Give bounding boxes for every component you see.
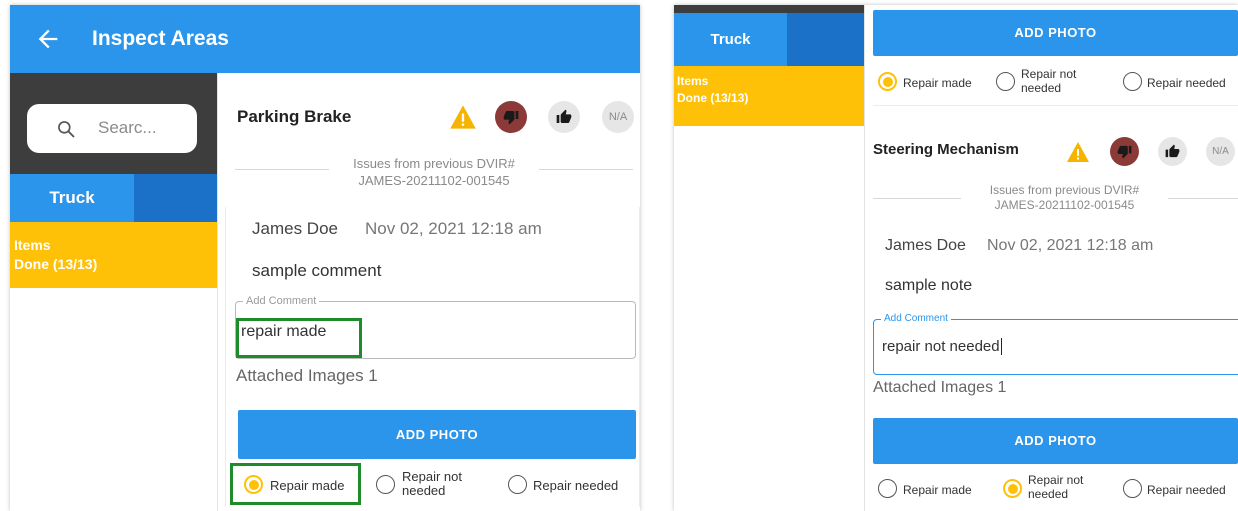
previous-dvir-issue: Issues from previous DVIR# JAMES-2021110…: [989, 183, 1140, 212]
comment-text: sample comment: [252, 261, 382, 280]
divider-line: [539, 169, 633, 170]
radio-label-repair-not-needed: Repair not needed: [1028, 473, 1084, 501]
attached-images-label: Attached Images 1: [873, 379, 1007, 396]
radio-repair-needed[interactable]: [1123, 479, 1142, 498]
page-title: Inspect Areas: [92, 27, 229, 50]
divider-line: [235, 169, 329, 170]
search-placeholder: Searc...: [98, 118, 157, 137]
add-photo-button[interactable]: ADD PHOTO: [238, 410, 636, 459]
comparison-screenshot: Inspect Areas Searc... Truck Items Done …: [0, 0, 1238, 511]
tabs-row: Truck: [674, 13, 864, 66]
add-comment-label: Add Comment: [243, 295, 320, 307]
radio-label-repair-made: Repair made: [903, 76, 972, 90]
radio-label-repair-made: Repair made: [270, 478, 345, 493]
radio-label-repair-made: Repair made: [903, 483, 972, 497]
divider-line: [1168, 198, 1238, 199]
app-bar: Inspect Areas: [10, 5, 640, 73]
attached-images-label: Attached Images 1: [236, 366, 378, 385]
comment-author: James Doe: [252, 219, 338, 238]
radio-label-repair-not-needed: Repair not needed: [1021, 67, 1077, 95]
na-button[interactable]: N/A: [602, 101, 634, 133]
tab-truck[interactable]: Truck: [674, 13, 787, 66]
add-photo-button[interactable]: ADD PHOTO: [873, 10, 1238, 56]
add-comment-label: Add Comment: [881, 313, 951, 324]
previous-dvir-issue: Issues from previous DVIR# JAMES-2021110…: [353, 156, 515, 188]
tab-truck[interactable]: Truck: [10, 174, 134, 222]
add-comment-field[interactable]: Add Comment repair not needed: [873, 313, 1238, 375]
item-title: Steering Mechanism: [873, 141, 1019, 158]
warning-icon: [450, 105, 476, 129]
thumb-down-icon: [1117, 145, 1132, 159]
radio-repair-made[interactable]: [878, 479, 897, 498]
divider-line: [873, 198, 961, 199]
thumb-down-button[interactable]: [495, 101, 527, 133]
divider-line: [873, 105, 1238, 106]
radio-label-repair-not-needed: Repair not needed: [402, 469, 462, 498]
thumb-up-icon: [1165, 144, 1180, 158]
radio-repair-needed[interactable]: [1123, 72, 1142, 91]
thumb-up-icon: [556, 109, 572, 123]
thumb-down-button[interactable]: [1110, 137, 1139, 166]
right-screen: Truck Items Done (13/13) ADD PHOTO Repai…: [674, 5, 1238, 511]
na-button[interactable]: N/A: [1206, 137, 1235, 166]
radio-repair-not-needed[interactable]: [376, 475, 395, 494]
radio-label-repair-needed: Repair needed: [1147, 483, 1226, 497]
add-photo-button[interactable]: ADD PHOTO: [873, 418, 1238, 464]
radio-repair-made[interactable]: [878, 72, 897, 91]
inspection-list-scroll: ADD PHOTO Repair made Repair not needed …: [873, 5, 1238, 511]
item-title: Parking Brake: [237, 107, 352, 126]
sidebar-item-items[interactable]: Items Done (13/13): [674, 66, 864, 126]
highlight-annotation: [236, 318, 362, 358]
add-comment-value: repair not needed: [882, 338, 1002, 355]
tabs-row: Truck: [10, 174, 217, 222]
radio-label-repair-needed: Repair needed: [533, 478, 619, 493]
items-status: Done (13/13): [677, 91, 749, 105]
comment-date: Nov 02, 2021 12:18 am: [365, 219, 542, 238]
inspection-item-card: Parking Brake N/A Issues from previous D…: [225, 73, 640, 511]
divider: [217, 73, 218, 511]
search-panel: Searc...: [10, 73, 217, 174]
radio-repair-made[interactable]: [244, 475, 263, 494]
left-screen: Inspect Areas Searc... Truck Items Done …: [10, 5, 640, 511]
thumb-down-icon: [503, 111, 519, 125]
radio-repair-not-needed[interactable]: [1003, 479, 1022, 498]
items-label: Items: [677, 74, 709, 88]
items-label: Items: [14, 237, 51, 253]
comment-date: Nov 02, 2021 12:18 am: [987, 237, 1154, 254]
radio-repair-needed[interactable]: [508, 475, 527, 494]
sidebar-item-items[interactable]: Items Done (13/13): [10, 222, 217, 288]
radio-label-repair-needed: Repair needed: [1147, 76, 1226, 90]
back-arrow-icon[interactable]: [34, 25, 62, 53]
radio-repair-not-needed[interactable]: [996, 72, 1015, 91]
search-panel-edge: [674, 5, 864, 13]
thumb-up-button[interactable]: [1158, 137, 1187, 166]
search-icon: [58, 121, 75, 138]
warning-icon: [1067, 142, 1089, 162]
items-status: Done (13/13): [14, 256, 98, 272]
thumb-up-button[interactable]: [548, 101, 580, 133]
comment-author: James Doe: [885, 237, 966, 254]
divider: [864, 5, 865, 511]
comment-section: James Doe Nov 02, 2021 12:18 am sample c…: [225, 207, 640, 507]
comment-text: sample note: [885, 277, 973, 294]
search-input[interactable]: Searc...: [27, 104, 197, 153]
